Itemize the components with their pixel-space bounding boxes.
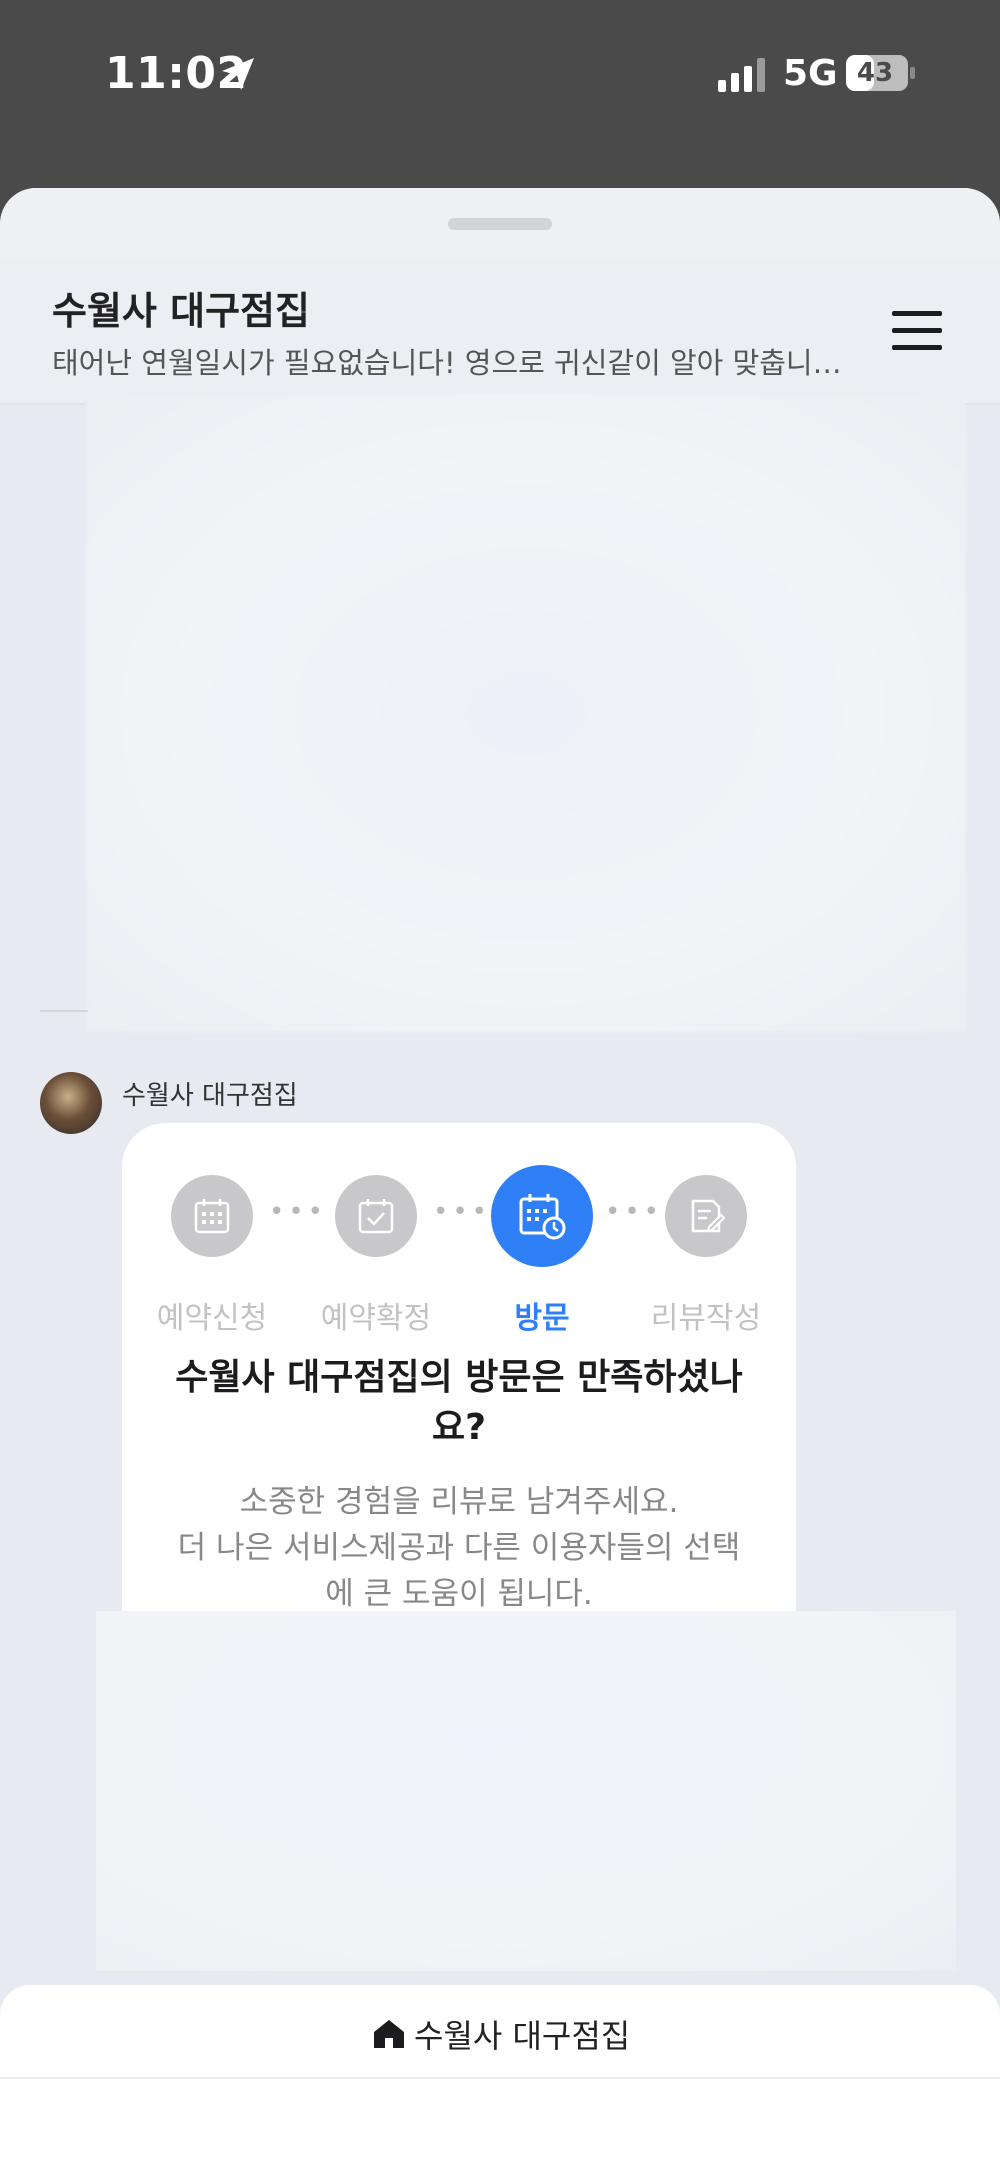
calendar-grid-icon xyxy=(194,1199,230,1234)
calendar-clock-icon xyxy=(519,1194,566,1240)
card-description: 소중한 경험을 리뷰로 남겨주세요. 더 나은 서비스제공과 다른 이용자들의 … xyxy=(152,1479,766,1617)
calendar-check-icon xyxy=(358,1199,394,1234)
blurred-content xyxy=(86,395,966,1032)
step-booking-request xyxy=(171,1175,253,1257)
status-bar: 11:02 5G 43 xyxy=(0,0,1000,150)
battery-level: 43 xyxy=(856,58,894,88)
step-booking-confirm xyxy=(335,1175,417,1257)
bottom-bar: 수월사 대구점집 xyxy=(0,1985,1000,2168)
step-write-review xyxy=(665,1175,747,1257)
step-label: 예약확정 xyxy=(320,1301,432,1336)
card-title-line: 수월사 대구점집의 방문은 만족하셨나 xyxy=(175,1357,743,1398)
signal-icon xyxy=(718,58,765,92)
drag-handle[interactable] xyxy=(448,218,552,230)
card-desc-line: 더 나은 서비스제공과 다른 이용자들의 선택 xyxy=(177,1530,741,1566)
card-title: 수월사 대구점집의 방문은 만족하셨나 요? xyxy=(152,1353,766,1453)
review-edit-icon xyxy=(691,1199,725,1233)
step-label: 리뷰작성 xyxy=(650,1301,762,1336)
hamburger-menu-icon[interactable] xyxy=(892,308,942,354)
sender-name: 수월사 대구점집 xyxy=(122,1081,298,1111)
step-visit xyxy=(491,1165,593,1267)
home-icon[interactable] xyxy=(372,2017,406,2051)
page-title: 수월사 대구점집 xyxy=(52,289,310,333)
step-label-active: 방문 xyxy=(514,1301,570,1336)
chat-header: 수월사 대구점집 태어난 연월일시가 필요없습니다! 영으로 귀신같이 알아 맞… xyxy=(0,260,1000,405)
blurred-content xyxy=(96,1611,956,1971)
card-desc-line: 소중한 경험을 리뷰로 남겨주세요. xyxy=(239,1484,679,1520)
shop-description: 태어난 연월일시가 필요없습니다! 영으로 귀신같이 알아 맞춥니다! 묻... xyxy=(52,346,852,380)
review-request-card: ••• ••• ••• 예약신청 예약확정 방문 리뷰작성 수월사 대구점집의 … xyxy=(122,1123,796,1653)
step-label: 예약신청 xyxy=(156,1301,268,1336)
card-title-line: 요? xyxy=(431,1407,486,1448)
location-arrow-icon xyxy=(222,58,254,90)
step-dots: ••• xyxy=(269,1197,328,1227)
bottom-sheet: 수월사 대구점집 태어난 연월일시가 필요없습니다! 영으로 귀신같이 알아 맞… xyxy=(0,188,1000,2168)
step-dots: ••• xyxy=(433,1197,492,1227)
home-link-label[interactable]: 수월사 대구점집 xyxy=(414,2011,630,2057)
sheet-top xyxy=(0,188,1000,260)
step-dots: ••• xyxy=(605,1197,664,1227)
network-label: 5G xyxy=(783,53,838,94)
divider xyxy=(0,2077,1000,2079)
divider xyxy=(40,1010,88,1012)
avatar[interactable] xyxy=(40,1072,102,1134)
